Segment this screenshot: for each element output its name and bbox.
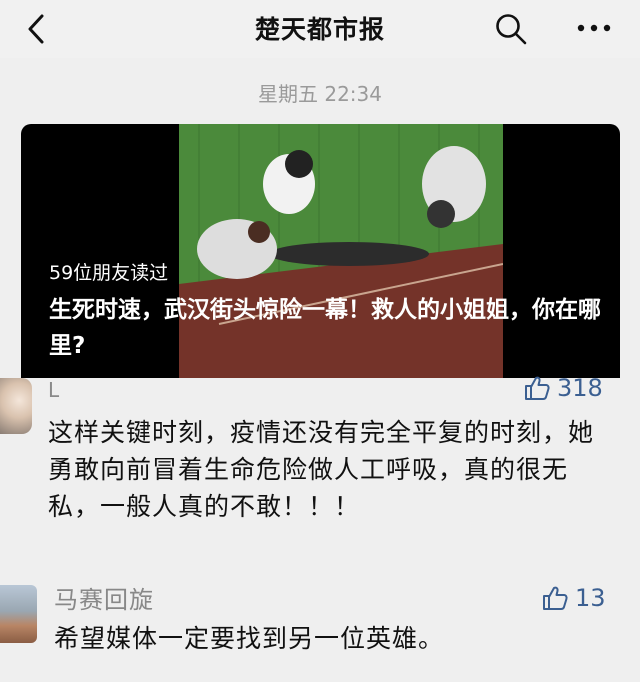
like-count: 13 xyxy=(575,584,606,612)
commenter-avatar[interactable] xyxy=(0,378,32,434)
search-icon[interactable] xyxy=(494,12,528,46)
more-dots-icon[interactable] xyxy=(576,18,612,38)
thumbs-up-icon xyxy=(543,586,568,610)
article-headline[interactable]: 生死时速，武汉街头惊险一幕！救人的小姐姐，你在哪里? xyxy=(49,292,609,364)
comment-text: 希望媒体一定要找到另一位英雄。 xyxy=(54,624,445,653)
commenter-name: L xyxy=(48,378,60,402)
like-button[interactable]: 13 xyxy=(541,584,606,612)
article-card[interactable]: 59位朋友读过 生死时速，武汉街头惊险一幕！救人的小姐姐，你在哪里? xyxy=(21,124,620,378)
like-count: 318 xyxy=(557,374,603,402)
top-navigation-bar: 楚天都市报 xyxy=(0,0,640,58)
commenter-avatar[interactable] xyxy=(0,585,37,643)
readers-count: 59位朋友读过 xyxy=(49,262,169,284)
like-button[interactable]: 318 xyxy=(523,374,603,402)
timestamp: 星期五 22:34 xyxy=(258,82,382,106)
page-title: 楚天都市报 xyxy=(254,15,385,44)
commenter-name: 马赛回旋 xyxy=(54,586,154,614)
thumbs-up-icon xyxy=(525,376,550,400)
comment-text: 这样关键时刻，疫情还没有完全平复的时刻，她勇敢向前冒着生命危险做人工呼吸，真的很… xyxy=(48,418,595,521)
